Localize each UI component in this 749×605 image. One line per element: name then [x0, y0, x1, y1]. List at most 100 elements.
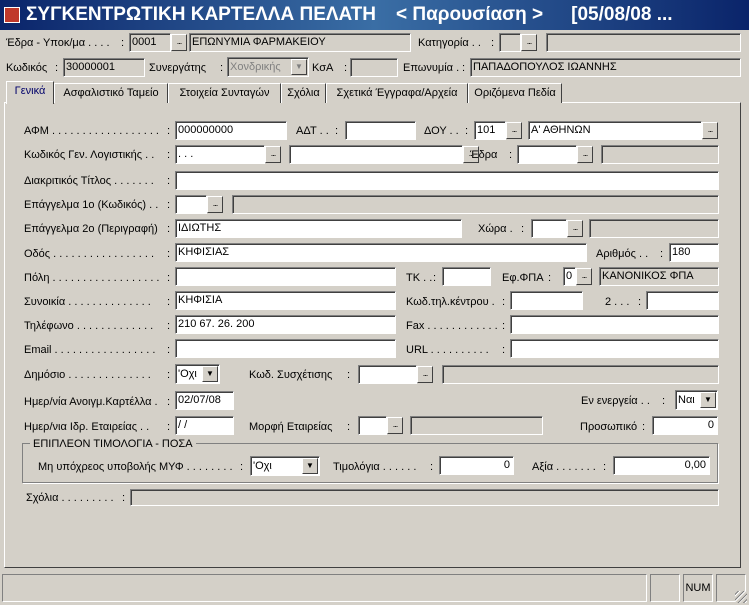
doy-lookup-button[interactable]: ...: [506, 122, 522, 139]
kategoria-lookup-button[interactable]: ...: [521, 34, 537, 51]
colon: :: [638, 296, 642, 308]
tilefono-field[interactable]: 210 67. 26. 200: [175, 315, 396, 334]
doy-label: ΔΟΥ . .: [424, 125, 459, 137]
poli-label: Πόλη . . . . . . . . . . . . . . . . . .: [24, 272, 160, 284]
dimosio-select[interactable]: 'Οχι ▼: [175, 364, 220, 384]
odos-label: Οδός . . . . . . . . . . . . . . . . .: [24, 248, 155, 260]
odos-field[interactable]: ΚΗΦΙΣΙΑΣ: [175, 243, 587, 262]
colon: :: [433, 272, 437, 284]
edra2-name-field: [601, 145, 719, 164]
url-field[interactable]: [510, 339, 719, 358]
eponymia-label: Επωνυμία .: [403, 62, 460, 74]
imeridr-field[interactable]: / /: [175, 416, 234, 435]
app-icon: [4, 7, 20, 23]
kodgen-desc-field: [289, 145, 463, 164]
chevron-down-icon[interactable]: ▼: [302, 458, 318, 474]
edra-code-field[interactable]: 0001: [129, 33, 171, 52]
doy-name-lookup-button[interactable]: ...: [702, 122, 718, 139]
kodgen-field[interactable]: . . .: [175, 145, 265, 164]
status-num: NUM: [683, 574, 713, 602]
tab-genika[interactable]: Γενικά: [6, 81, 54, 104]
status-message: [2, 574, 647, 602]
ksa-label: ΚσΑ: [312, 62, 334, 74]
resize-grip-icon[interactable]: [735, 591, 747, 603]
colon: :: [502, 296, 506, 308]
efpa-code-field[interactable]: 0: [563, 267, 576, 286]
tk-field[interactable]: [442, 267, 491, 286]
xora-label: Χώρα .: [478, 223, 513, 235]
colon: :: [240, 461, 244, 473]
colon: :: [167, 125, 171, 137]
kategoria-name-field: [546, 33, 741, 52]
ksa-field: [350, 58, 398, 77]
morfi-label: Μορφή Εταιρείας: [249, 421, 333, 433]
chevron-down-icon[interactable]: ▼: [700, 392, 716, 408]
kodikos-label: Κωδικός: [6, 62, 48, 74]
colon: :: [167, 272, 171, 284]
chevron-down-icon[interactable]: ▼: [291, 59, 307, 75]
kodgen-lookup-button[interactable]: ...: [265, 146, 281, 163]
synergatis-select[interactable]: Χονδρικής ▼: [227, 57, 309, 77]
colon: :: [167, 149, 171, 161]
morfi-lookup-button[interactable]: ...: [387, 417, 403, 434]
timologia-field[interactable]: 0: [439, 456, 514, 475]
kodtil-label: Κωδ.τηλ.κέντρου .: [406, 296, 495, 308]
xora-code-field[interactable]: [531, 219, 567, 238]
adt-field[interactable]: [345, 121, 416, 140]
window-date: [05/08/08 ...: [571, 4, 673, 25]
kategoria-label: Κατηγορία . .: [418, 37, 481, 49]
efpa-lookup-button[interactable]: ...: [576, 268, 592, 285]
imerkart-field[interactable]: 02/07/08: [175, 391, 234, 410]
kodsys-label: Κωδ. Συσχέτισης: [249, 369, 333, 381]
poli-field[interactable]: [175, 267, 396, 286]
xora-name-field: [589, 219, 719, 238]
sxolia-label: Σχόλια . . . . . . . . .: [26, 492, 114, 504]
arithmos-field[interactable]: 180: [669, 243, 719, 262]
doy-code-field[interactable]: 101: [474, 121, 506, 140]
imeridr-label: Ημερ/νια Ιδρ. Εταιρείας . .: [24, 421, 150, 433]
myf-select[interactable]: 'Οχι ▼: [250, 456, 320, 476]
morfi-code-field[interactable]: [358, 416, 387, 435]
chevron-down-icon[interactable]: ▼: [202, 366, 218, 382]
colon: :: [122, 492, 126, 504]
colon: :: [121, 37, 125, 49]
tab-orizomena[interactable]: Οριζόμενα Πεδία: [468, 83, 562, 103]
colon: :: [548, 272, 552, 284]
efpa-label: Εφ.ΦΠΑ: [502, 272, 544, 284]
axia-field[interactable]: 0,00: [613, 456, 710, 475]
myf-label: Μη υπόχρεος υποβολής ΜΥΦ . . . . . . . .: [38, 461, 233, 473]
imerkart-label: Ημερ/νία Ανοιγμ.Καρτέλλα .: [24, 396, 158, 408]
kodtil-field[interactable]: [510, 291, 583, 310]
fax-field[interactable]: [510, 315, 719, 334]
energeia-value: Ναι: [678, 394, 695, 406]
synergatis-value: Χονδρικής: [230, 61, 281, 73]
email-field[interactable]: [175, 339, 396, 358]
energeia-select[interactable]: Ναι ▼: [675, 390, 718, 410]
kategoria-code-field[interactable]: [499, 33, 521, 52]
edra2-lookup-button[interactable]: ...: [577, 146, 593, 163]
prosopiko-field[interactable]: 0: [652, 416, 718, 435]
colon: :: [502, 344, 506, 356]
tab-eggrafa[interactable]: Σχετικά Έγγραφα/Αρχεία: [326, 83, 468, 103]
xora-lookup-button[interactable]: ...: [567, 220, 583, 237]
two-field[interactable]: [646, 291, 719, 310]
tab-asfalistiko[interactable]: Ασφαλιστικό Ταμείο: [54, 83, 168, 103]
edra-lookup-button[interactable]: ...: [171, 34, 187, 51]
kodsys-code-field[interactable]: [358, 365, 417, 384]
epag2-field[interactable]: ΙΔΙΩΤΗΣ: [175, 219, 462, 238]
kodsys-lookup-button[interactable]: ...: [417, 366, 433, 383]
synoikia-field[interactable]: ΚΗΦΙΣΙΑ: [175, 291, 396, 310]
colon: :: [335, 125, 339, 137]
synoikia-label: Συνοικία . . . . . . . . . . . . . .: [24, 296, 151, 308]
tab-syntages[interactable]: Στοιχεία Συνταγών: [168, 83, 281, 103]
epag1-code-field[interactable]: [175, 195, 207, 214]
diakr-field[interactable]: [175, 171, 719, 190]
afm-field[interactable]: 000000000: [175, 121, 287, 140]
epag1-label: Επάγγελμα 1ο (Κωδικός) . .: [24, 199, 159, 211]
epag1-lookup-button[interactable]: ...: [207, 196, 223, 213]
edra2-code-field[interactable]: [517, 145, 577, 164]
tab-sxolia[interactable]: Σχόλια: [281, 83, 326, 103]
eponymia-field: ΠΑΠΑΔΟΠΟΥΛΟΣ ΙΩΑΝΝΗΣ: [470, 58, 741, 77]
kodikos-field[interactable]: 30000001: [63, 58, 145, 77]
dimosio-value: 'Οχι: [178, 368, 197, 380]
